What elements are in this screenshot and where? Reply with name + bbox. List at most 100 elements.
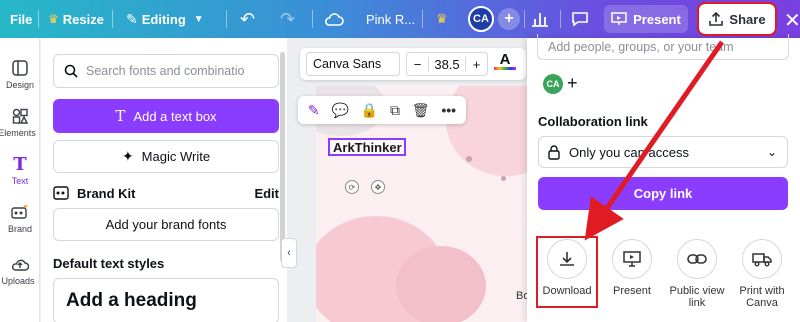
share-button[interactable]: Share <box>697 2 777 36</box>
divider <box>38 10 39 28</box>
editing-mode-dropdown[interactable]: ✎ Editing ▼ <box>126 0 204 38</box>
link-icon <box>677 239 717 279</box>
comment-icon[interactable] <box>570 0 590 38</box>
avatar: CA <box>543 73 563 94</box>
option-label: Print with Canva <box>739 285 785 309</box>
cloud-save-icon[interactable] <box>324 0 344 38</box>
document-title[interactable]: Pink R... <box>366 0 415 38</box>
option-label: Public view link <box>669 285 725 309</box>
brand-icon <box>10 202 30 222</box>
trash-icon[interactable]: 🗑 <box>412 102 430 119</box>
add-heading-button[interactable]: Add a heading <box>53 278 279 322</box>
comment-add-icon[interactable]: 💬 <box>331 102 348 119</box>
pencil-icon: ✎ <box>126 10 138 27</box>
copy-link-button[interactable]: Copy link <box>538 177 788 210</box>
color-strip <box>494 67 516 70</box>
font-search-input[interactable]: Search fonts and combinatio <box>53 54 279 88</box>
crown-icon[interactable]: ♛ <box>436 0 448 38</box>
rotate-handle-icon[interactable]: ⟳ <box>345 180 359 194</box>
resize-button[interactable]: ♛ Resize <box>48 0 104 38</box>
brand-kit-label: Brand Kit <box>77 185 136 201</box>
collapse-panel-button[interactable]: ‹ <box>281 238 297 268</box>
text-toolbar: Canva Sans − 38.5 + A <box>300 48 526 80</box>
undo-icon[interactable]: ↶ <box>240 0 255 38</box>
add-person-icon[interactable]: + <box>567 73 578 94</box>
rail-label: Brand <box>7 224 33 234</box>
add-collaborator-button[interactable]: + <box>498 0 520 38</box>
add-brand-fonts-button[interactable]: Add your brand fonts <box>53 208 279 241</box>
more-icon[interactable]: ••• <box>441 102 456 118</box>
collaboration-link-heading: Collaboration link <box>538 114 648 129</box>
add-people-input[interactable]: Add people, groups, or your team <box>537 34 789 60</box>
lock-icon[interactable]: 🔒 <box>361 102 378 119</box>
rail-item-text[interactable]: T Text <box>0 153 40 187</box>
magic-wand-icon: ✦ <box>121 148 134 164</box>
present-button[interactable]: Present <box>604 5 688 33</box>
public-view-link-option[interactable]: Public view link <box>667 239 727 309</box>
redo-icon[interactable]: ↷ <box>280 0 295 38</box>
option-label: Present <box>613 285 651 297</box>
font-family-dropdown[interactable]: Canva Sans <box>306 52 400 76</box>
add-text-box-label: Add a text box <box>133 108 217 124</box>
divider <box>226 10 227 28</box>
minus-icon[interactable]: − <box>407 56 429 72</box>
add-brand-fonts-label: Add your brand fonts <box>105 217 227 232</box>
selected-text-content: ArkThinker <box>333 139 402 155</box>
rail-item-elements[interactable]: Elements <box>0 106 40 138</box>
file-menu[interactable]: File <box>10 0 32 38</box>
file-label: File <box>10 11 33 27</box>
share-upload-icon <box>709 11 724 26</box>
move-handle-icon[interactable]: ✥ <box>371 180 385 194</box>
avatar-initials: CA <box>468 6 494 32</box>
font-size-value[interactable]: 38.5 <box>429 57 465 72</box>
lock-icon <box>548 145 560 160</box>
font-name-label: Canva Sans <box>313 57 382 71</box>
divider <box>112 10 113 28</box>
rail-item-uploads[interactable]: Uploads <box>0 254 40 286</box>
dot <box>466 156 472 162</box>
rail-item-design[interactable]: Design <box>0 58 40 90</box>
crown-icon: ♛ <box>48 12 59 26</box>
copy-link-label: Copy link <box>633 186 693 201</box>
plus-icon[interactable]: + <box>465 56 487 72</box>
text-color-icon[interactable]: A <box>494 51 516 70</box>
avatar[interactable]: CA <box>468 0 494 38</box>
download-highlight-box <box>536 236 598 308</box>
access-level-dropdown[interactable]: Only you can access ⌄ <box>538 136 788 168</box>
font-size-stepper[interactable]: − 38.5 + <box>406 52 488 76</box>
editing-label: Editing <box>141 11 186 27</box>
duplicate-icon[interactable]: ⧉ <box>390 102 400 119</box>
truck-icon <box>742 239 782 279</box>
present-option[interactable]: Present <box>602 239 662 297</box>
chevron-down-icon: ⌄ <box>766 145 777 159</box>
doc-title-label: Pink R... <box>366 11 416 27</box>
rail-item-brand[interactable]: Brand <box>0 202 40 234</box>
magic-write-button[interactable]: ✦ Magic Write <box>53 140 279 173</box>
flower-blob <box>396 246 486 322</box>
rail-label: Text <box>11 176 29 186</box>
magic-write-label: Magic Write <box>141 149 211 164</box>
print-with-canva-option[interactable]: Print with Canva <box>732 239 792 309</box>
text-icon: T <box>13 153 27 175</box>
chevron-down-icon: ▼ <box>193 13 204 25</box>
divider <box>422 10 423 28</box>
present-label: Present <box>633 11 681 27</box>
text-icon: T <box>115 107 126 125</box>
access-value: Only you can access <box>569 144 689 160</box>
add-text-box-button[interactable]: T Add a text box <box>53 99 279 133</box>
close-icon[interactable]: ✕ <box>784 8 800 33</box>
selected-text-box[interactable]: ArkThinker <box>328 138 406 156</box>
insights-icon[interactable] <box>530 0 550 38</box>
chevron-left-icon: ‹ <box>287 247 291 259</box>
divider <box>524 10 525 28</box>
brand-kit-edit-link[interactable]: Edit <box>254 186 279 201</box>
people-placeholder: Add people, groups, or your team <box>548 39 734 54</box>
brand-kit-icon <box>53 186 69 200</box>
magic-edit-icon[interactable]: ✎ <box>308 102 320 119</box>
left-rail: Design Elements T Text Brand Uploads <box>0 38 40 322</box>
panel-scrollbar[interactable] <box>280 52 285 262</box>
divider <box>312 10 313 28</box>
divider <box>560 10 561 28</box>
brand-kit-row: Brand Kit Edit <box>53 184 279 202</box>
share-label: Share <box>729 11 766 27</box>
